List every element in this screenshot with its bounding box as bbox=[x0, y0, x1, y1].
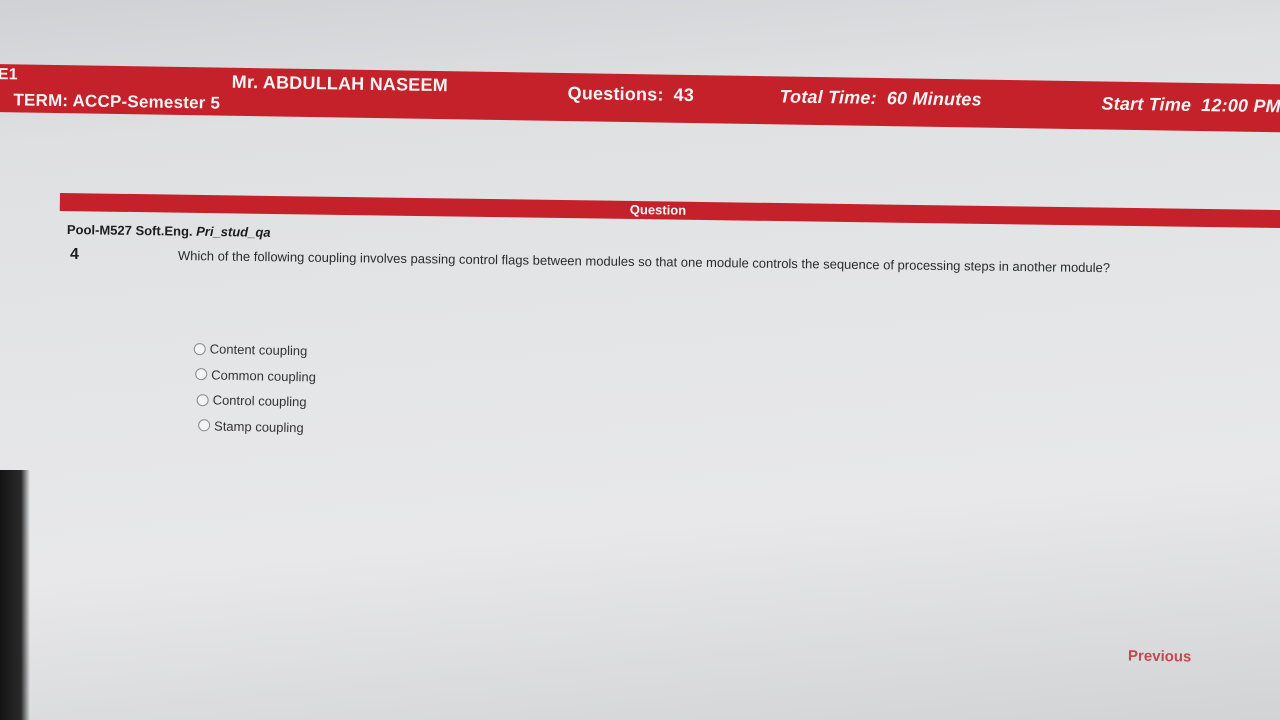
option-label: Content coupling bbox=[209, 341, 308, 359]
answer-options: Content coupling Common coupling Control… bbox=[192, 336, 317, 441]
total-time-value: 60 Minutes bbox=[886, 88, 982, 110]
radio-button[interactable] bbox=[193, 342, 206, 355]
option-label: Stamp coupling bbox=[213, 418, 304, 436]
monitor-bezel bbox=[0, 470, 30, 720]
term-label: TERM: ACCP-Semester 5 bbox=[13, 90, 221, 113]
previous-button[interactable]: Previous bbox=[1128, 647, 1192, 665]
questions-count: Questions: 43 bbox=[567, 83, 694, 106]
exam-code: E1 bbox=[0, 66, 18, 84]
question-section-bar: Question bbox=[59, 193, 1280, 229]
answer-option-content-coupling[interactable]: Content coupling bbox=[193, 336, 316, 364]
total-time-label: Total Time: bbox=[779, 86, 877, 108]
pool-name: Pool-M527 Soft.Eng. bbox=[66, 222, 193, 239]
question-text: Which of the following coupling involves… bbox=[177, 248, 1111, 276]
radio-button[interactable] bbox=[195, 368, 208, 381]
question-number: 4 bbox=[70, 246, 79, 263]
option-label: Control coupling bbox=[212, 392, 307, 410]
radio-button[interactable] bbox=[196, 393, 209, 407]
start-time-value: 12:00 PM bbox=[1201, 95, 1280, 117]
question-pool-label: Pool-M527 Soft.Eng. Pri_stud_qa bbox=[67, 222, 271, 240]
pool-suffix: Pri_stud_qa bbox=[196, 223, 271, 240]
questions-value: 43 bbox=[673, 84, 695, 106]
start-time-label: Start Time bbox=[1101, 93, 1192, 115]
start-time: Start Time 12:00 PM bbox=[1101, 93, 1280, 117]
answer-option-common-coupling[interactable]: Common coupling bbox=[195, 362, 316, 390]
option-label: Common coupling bbox=[211, 367, 317, 385]
questions-label: Questions: bbox=[567, 83, 664, 105]
exam-header-bar: E1 Mr. ABDULLAH NASEEM TERM: ACCP-Semest… bbox=[0, 64, 1280, 133]
answer-option-stamp-coupling[interactable]: Stamp coupling bbox=[198, 413, 315, 441]
total-time: Total Time: 60 Minutes bbox=[779, 86, 982, 110]
instructor-name: Mr. ABDULLAH NASEEM bbox=[231, 71, 449, 96]
radio-button[interactable] bbox=[198, 419, 211, 432]
question-section-title: Question bbox=[629, 201, 687, 218]
answer-option-control-coupling[interactable]: Control coupling bbox=[196, 387, 315, 415]
